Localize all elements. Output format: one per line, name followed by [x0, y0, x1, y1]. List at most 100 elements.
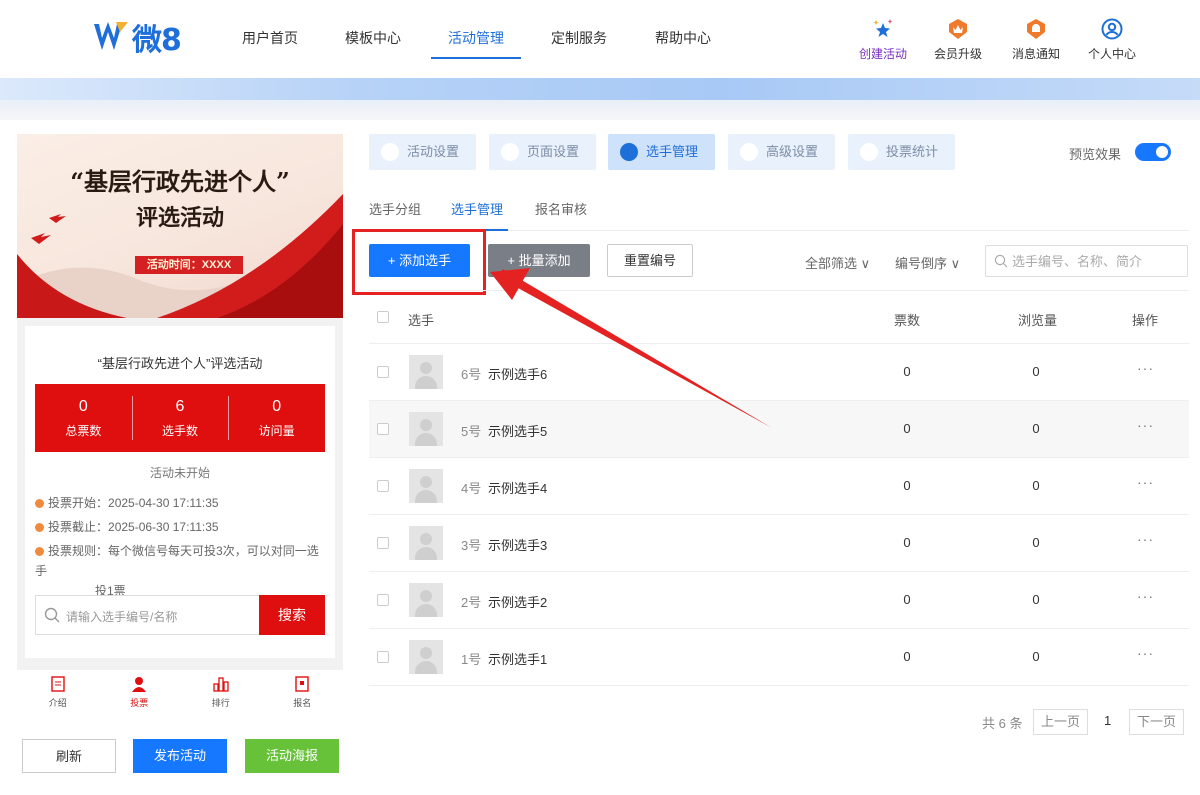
next-page-button[interactable]: 下一页 [1129, 709, 1184, 735]
contestant-search[interactable] [985, 245, 1188, 277]
publish-activity-button[interactable]: 发布活动 [133, 739, 227, 773]
table-row[interactable]: 6号 示例选手6 0 0 ··· [369, 344, 1189, 401]
header-contestant: 选手 [408, 313, 435, 328]
avatar [409, 412, 443, 446]
activity-info-card: “基层行政先进个人”评选活动 0 总票数 6 选手数 0 访问量 活动未开始 投… [25, 326, 335, 658]
contestant-name: 示例选手6 [488, 367, 548, 382]
table-row[interactable]: 4号 示例选手4 0 0 ··· [369, 458, 1189, 515]
heart-icon [381, 143, 399, 161]
nav-custom-service[interactable]: 定制服务 [551, 28, 607, 48]
nav-active-indicator [431, 57, 521, 59]
stat-visits: 0 访问量 [228, 384, 325, 452]
banner-band [0, 78, 1200, 100]
step-activity-settings[interactable]: 活动设置 [369, 134, 476, 170]
row-checkbox[interactable] [377, 594, 389, 606]
bullet-dot-icon [35, 523, 44, 532]
subtab-contestant-groups[interactable]: 选手分组 [369, 199, 421, 218]
more-actions-icon[interactable]: ··· [1137, 417, 1154, 433]
preview-search-button[interactable]: 搜索 [259, 595, 325, 635]
avatar [409, 583, 443, 617]
person-icon [132, 677, 147, 692]
rule-voting: 投票规则：每个微信号每天可投3次，可以对同一选手 投1票 [35, 544, 319, 598]
preview-effect-toggle[interactable] [1135, 143, 1171, 161]
member-upgrade-button[interactable]: 会员升级 [928, 18, 988, 62]
step-contestant-management[interactable]: 选手管理 [608, 134, 715, 170]
more-actions-icon[interactable]: ··· [1137, 588, 1154, 604]
batch-add-button[interactable]: + 批量添加 [488, 244, 590, 277]
bar-chart-icon [213, 677, 229, 692]
preview-tabbar: 介绍 投票 排行 报名 [17, 670, 343, 710]
document-icon [51, 676, 65, 692]
table-row[interactable]: 1号 示例选手1 0 0 ··· [369, 629, 1189, 686]
avatar [409, 469, 443, 503]
annotation-highlight-box [352, 229, 486, 295]
vote-count: 0 [903, 364, 911, 379]
sort-order-dropdown[interactable]: 编号倒序 ∨ [895, 253, 960, 272]
contestant-number: 1号 [461, 652, 482, 667]
create-activity-label: 创建活动 [858, 47, 907, 61]
notifications-button[interactable]: 消息通知 [1006, 18, 1066, 62]
nav-help-center[interactable]: 帮助中心 [655, 28, 711, 48]
contestant-name: 示例选手5 [488, 424, 548, 439]
header-operations: 操作 [1132, 313, 1159, 328]
contestant-name: 示例选手2 [488, 595, 548, 610]
subtab-signup-review[interactable]: 报名审核 [535, 199, 587, 218]
nav-template-center[interactable]: 模板中心 [345, 28, 401, 48]
contestant-table: 选手 票数 浏览量 操作 6号 示例选手6 0 0 ··· 5号 示例选手5 0… [369, 290, 1189, 686]
step-page-settings[interactable]: 页面设置 [489, 134, 596, 170]
step-advanced-settings[interactable]: 高级设置 [728, 134, 835, 170]
preview-search[interactable]: 请输入选手编号/名称 搜索 [35, 595, 325, 635]
tab-register[interactable]: 报名 [262, 670, 344, 710]
activity-poster-button[interactable]: 活动海报 [245, 739, 339, 773]
banner-fade [0, 100, 1200, 120]
preview-search-input[interactable]: 请输入选手编号/名称 [66, 608, 177, 625]
more-actions-icon[interactable]: ··· [1137, 645, 1154, 661]
tab-vote[interactable]: 投票 [99, 670, 181, 710]
contestant-search-input[interactable] [1012, 252, 1182, 270]
nav-activity-management[interactable]: 活动管理 [448, 28, 504, 48]
contestant-number: 2号 [461, 595, 482, 610]
refresh-button[interactable]: 刷新 [22, 739, 116, 773]
logo-text: 微8 [132, 23, 182, 58]
rule-start: 投票开始：2025-04-30 17:11:35 [35, 493, 325, 513]
filter-all-dropdown[interactable]: 全部筛选 ∨ [805, 253, 870, 272]
rule-end: 投票截止：2025-06-30 17:11:35 [35, 517, 325, 537]
more-actions-icon[interactable]: ··· [1137, 360, 1154, 376]
top-header: 微8 用户首页 模板中心 活动管理 定制服务 帮助中心 创建活动 会员升级 消息… [0, 0, 1200, 76]
user-circle-icon [1101, 18, 1123, 40]
prev-page-button[interactable]: 上一页 [1033, 709, 1088, 735]
subtab-contestant-management[interactable]: 选手管理 [451, 199, 503, 218]
row-checkbox[interactable] [377, 366, 389, 378]
logo[interactable]: 微8 [92, 16, 182, 58]
bullet-dot-icon [35, 499, 44, 508]
step-vote-statistics[interactable]: 投票统计 [848, 134, 955, 170]
table-row[interactable]: 3号 示例选手3 0 0 ··· [369, 515, 1189, 572]
row-checkbox[interactable] [377, 537, 389, 549]
avatar [409, 640, 443, 674]
bullet-dot-icon [35, 547, 44, 556]
activity-status: 活动未开始 [149, 466, 210, 480]
avatar [409, 526, 443, 560]
tab-ranking[interactable]: 排行 [180, 670, 262, 710]
vote-count: 0 [903, 478, 911, 493]
reset-numbers-button[interactable]: 重置编号 [607, 244, 693, 277]
more-actions-icon[interactable]: ··· [1137, 474, 1154, 490]
create-activity-button[interactable]: 创建活动 [853, 18, 913, 62]
activity-poster: “基层行政先进个人” 评选活动 活动时间：XXXX [17, 134, 343, 318]
nav-user-home[interactable]: 用户首页 [242, 28, 298, 48]
row-checkbox[interactable] [377, 651, 389, 663]
table-row[interactable]: 2号 示例选手2 0 0 ··· [369, 572, 1189, 629]
select-all-checkbox[interactable] [377, 311, 389, 323]
header-views: 浏览量 [1018, 313, 1058, 328]
personal-center-button[interactable]: 个人中心 [1082, 18, 1142, 62]
more-actions-icon[interactable]: ··· [1137, 531, 1154, 547]
poster-date-badge: 活动时间：XXXX [135, 256, 243, 274]
table-row[interactable]: 5号 示例选手5 0 0 ··· [369, 401, 1189, 458]
row-checkbox[interactable] [377, 423, 389, 435]
contestant-name: 示例选手4 [488, 481, 548, 496]
poster-title-line1: “基层行政先进个人” [70, 167, 290, 196]
member-upgrade-label: 会员升级 [933, 47, 982, 61]
row-checkbox[interactable] [377, 480, 389, 492]
tab-intro[interactable]: 介绍 [17, 670, 99, 710]
current-page-number[interactable]: 1 [1104, 713, 1111, 728]
